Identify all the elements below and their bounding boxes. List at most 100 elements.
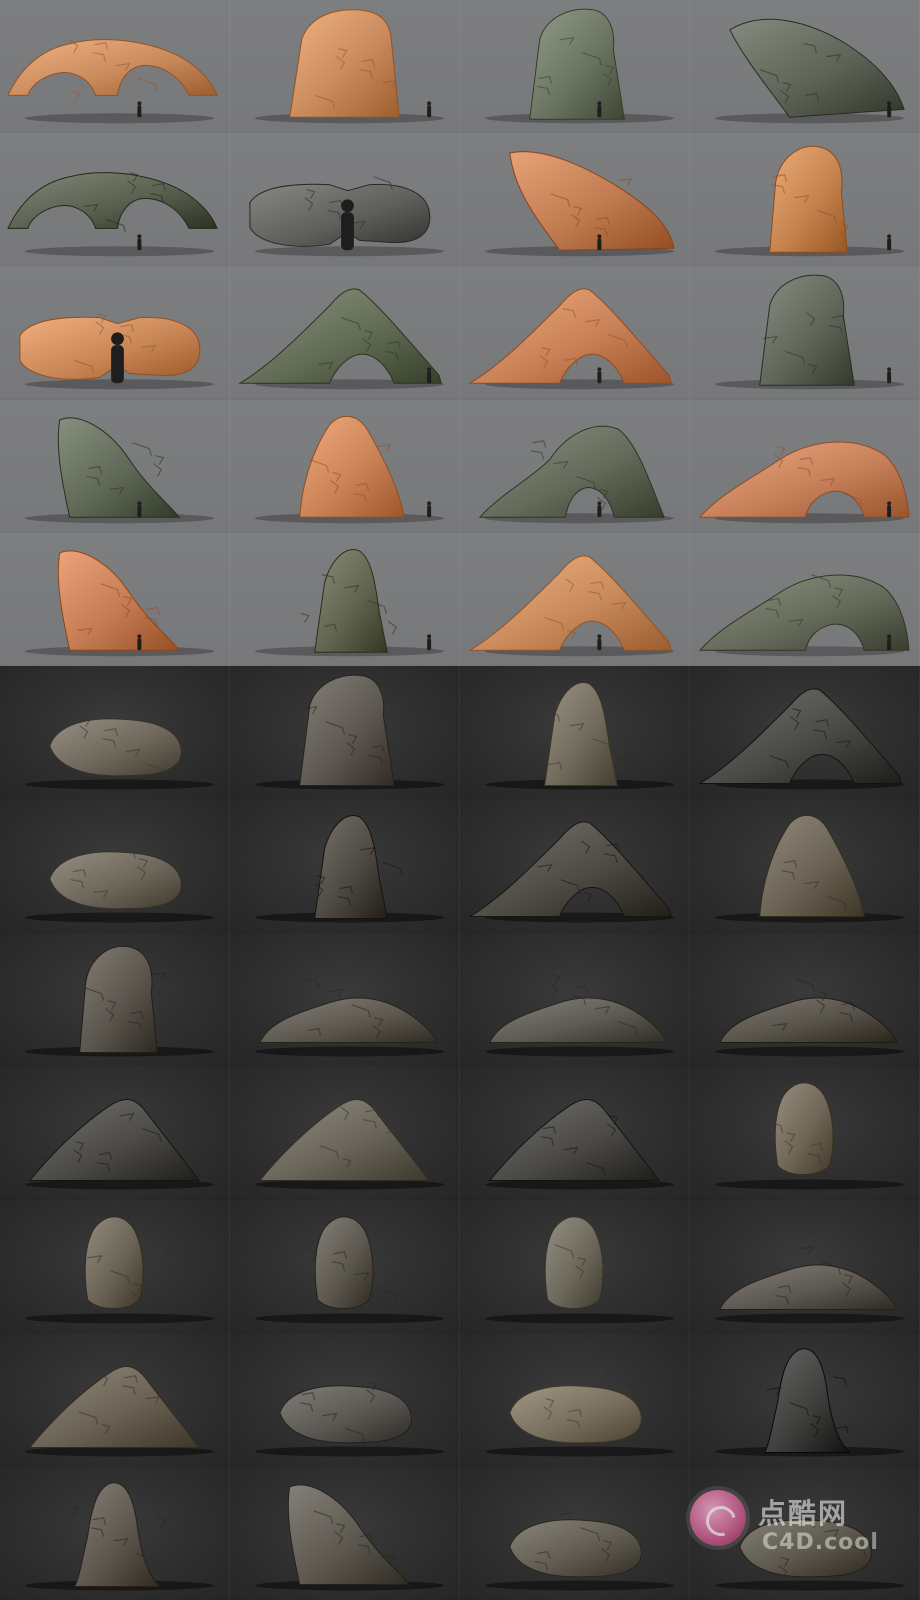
rock-render xyxy=(24,945,215,1057)
rock-crevice xyxy=(146,606,160,615)
rock-body xyxy=(529,8,625,120)
rock-thumbnail xyxy=(460,666,690,800)
rock-thumbnail xyxy=(0,0,230,134)
rock-thumbnail xyxy=(460,1199,690,1334)
rock-thumbnail xyxy=(0,799,230,933)
ground-shadow xyxy=(24,113,215,124)
rock-body xyxy=(698,441,910,518)
human-scale-silhouette xyxy=(597,367,602,384)
rock-crevice xyxy=(152,462,163,477)
rock-render xyxy=(254,415,445,523)
ground-shadow xyxy=(714,1313,905,1324)
rock-render xyxy=(254,548,445,656)
rock-crevice xyxy=(583,892,593,903)
rock-body xyxy=(314,815,388,920)
rock-render xyxy=(238,288,445,390)
rock-crevice xyxy=(615,751,625,761)
ground-shadow xyxy=(24,779,215,790)
rock-crevice xyxy=(795,978,816,992)
rock-render xyxy=(24,1366,215,1457)
human-scale-silhouette xyxy=(887,234,892,251)
rock-body xyxy=(73,1481,161,1587)
rock-thumbnail xyxy=(460,266,690,400)
rock-body xyxy=(19,317,201,381)
rock-render xyxy=(484,1370,675,1457)
rock-crevice xyxy=(530,449,545,460)
human-scale-silhouette xyxy=(887,101,892,118)
rock-thumbnail xyxy=(460,0,690,134)
rock-thumbnail xyxy=(690,666,920,800)
rock-body xyxy=(759,815,865,918)
rock-render xyxy=(698,688,905,790)
human-scale-silhouette xyxy=(427,101,432,118)
dark-background-gallery xyxy=(0,666,920,1600)
rock-thumbnail xyxy=(460,1333,690,1467)
rock-thumbnail xyxy=(690,266,920,400)
human-scale-silhouette xyxy=(427,500,432,517)
rock-crevice xyxy=(531,1288,547,1297)
ground-shadow xyxy=(484,1580,675,1590)
rock-render xyxy=(714,978,905,1057)
rock-thumbnail xyxy=(690,1466,920,1600)
rock-thumbnail xyxy=(690,1333,920,1467)
human-scale-silhouette xyxy=(887,367,892,384)
rock-body xyxy=(769,145,848,253)
rock-thumbnail xyxy=(0,1199,230,1334)
rock-body xyxy=(7,172,218,230)
rock-render xyxy=(484,1216,675,1324)
rock-body xyxy=(287,1484,411,1585)
rock-thumbnail xyxy=(690,1066,920,1200)
human-scale-silhouette xyxy=(137,101,142,118)
rock-body xyxy=(57,550,181,651)
rock-render xyxy=(24,417,215,523)
rock-crevice xyxy=(154,1243,168,1254)
rock-render xyxy=(254,1099,445,1190)
rock-render xyxy=(254,9,445,124)
rock-thumbnail xyxy=(230,1333,460,1467)
rock-thumbnail xyxy=(230,0,460,134)
rock-body xyxy=(468,288,672,385)
rock-body xyxy=(763,1348,851,1454)
rock-body xyxy=(259,997,438,1043)
ground-shadow xyxy=(714,1046,905,1057)
human-scale-silhouette xyxy=(597,500,602,517)
rock-body xyxy=(698,688,902,784)
ground-shadow xyxy=(714,1179,905,1190)
human-scale-silhouette xyxy=(597,101,602,118)
rock-body xyxy=(478,425,665,518)
rock-body xyxy=(79,945,158,1053)
rock-render xyxy=(714,815,905,923)
rock-thumbnail xyxy=(460,1066,690,1200)
ground-shadow xyxy=(254,1046,445,1057)
human-scale-silhouette xyxy=(887,634,892,651)
rock-thumbnail xyxy=(0,532,230,666)
rock-render xyxy=(468,288,675,390)
rock-render xyxy=(254,674,445,790)
rock-render xyxy=(468,821,675,923)
rock-thumbnail xyxy=(690,399,920,533)
rock-body xyxy=(509,1385,642,1444)
rock-body xyxy=(28,1366,201,1449)
rock-thumbnail xyxy=(230,1066,460,1200)
rock-thumbnail xyxy=(0,666,230,800)
rock-body xyxy=(57,417,181,518)
rock-crevice xyxy=(132,441,152,456)
rock-thumbnail xyxy=(230,1466,460,1600)
rock-render xyxy=(24,1216,215,1324)
rock-render xyxy=(698,573,910,656)
rock-crevice xyxy=(760,849,770,860)
rock-render xyxy=(714,1245,905,1324)
rock-body xyxy=(759,275,855,387)
rock-body xyxy=(729,18,905,118)
rock-render xyxy=(698,441,910,523)
rock-render xyxy=(484,151,675,257)
human-scale-silhouette xyxy=(137,500,142,517)
rock-thumbnail xyxy=(690,532,920,666)
rock-body xyxy=(84,1216,144,1309)
rock-body xyxy=(719,1264,898,1310)
rock-crevice xyxy=(617,178,633,187)
rock-body xyxy=(544,682,618,786)
rock-crevice xyxy=(328,988,344,997)
rock-render xyxy=(484,682,675,790)
rock-thumbnail xyxy=(460,932,690,1067)
